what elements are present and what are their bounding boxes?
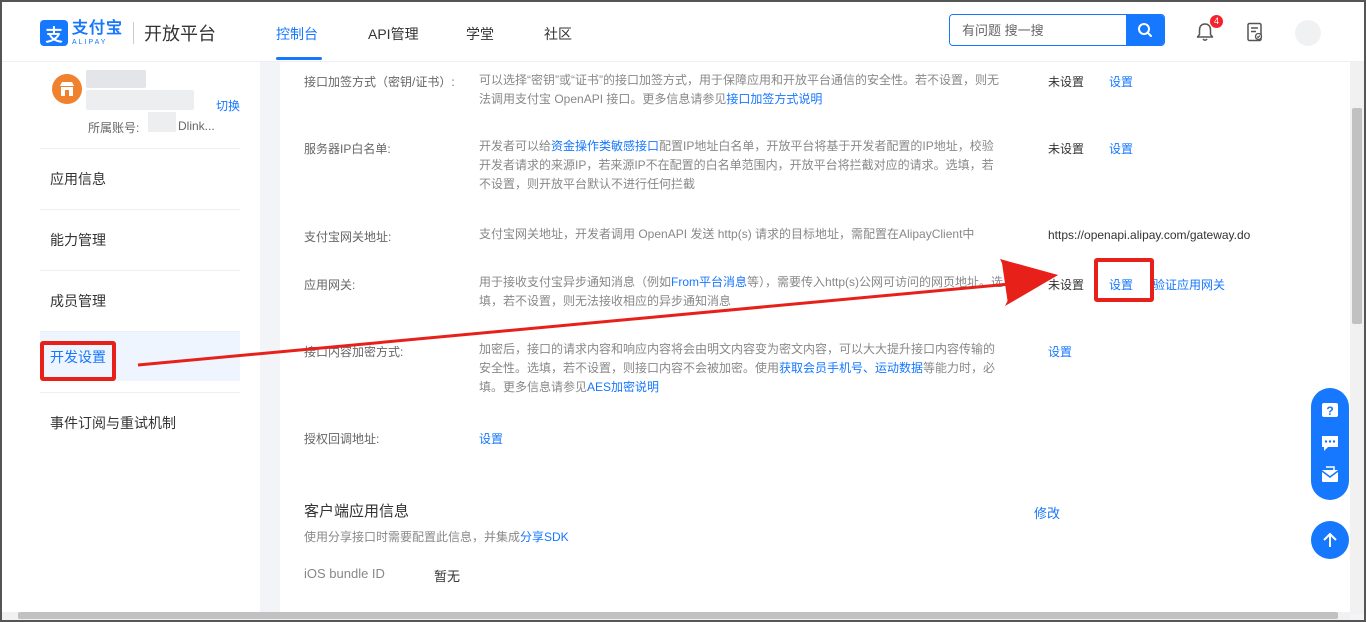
sign-method-set-button[interactable]: 设置 bbox=[1109, 73, 1133, 90]
feedback-mail-icon bbox=[1321, 465, 1339, 482]
ios-bundle-label: iOS bundle ID bbox=[304, 566, 385, 581]
question-icon: ? bbox=[1322, 402, 1338, 418]
sidebar-item-event-subscription[interactable]: 事件订阅与重试机制 bbox=[40, 392, 240, 453]
highlight-box-app-gateway-set bbox=[1094, 258, 1154, 302]
sign-method-status: 未设置 bbox=[1048, 75, 1085, 89]
auth-callback-set-button[interactable]: 设置 bbox=[479, 430, 503, 447]
aes-doc-link[interactable]: AES加密说明 bbox=[587, 380, 659, 394]
member-phone-sport-link[interactable]: 获取会员手机号、运动数据 bbox=[779, 361, 923, 375]
account-name-redacted bbox=[86, 70, 146, 88]
sidebar-item-app-info[interactable]: 应用信息 bbox=[40, 148, 240, 209]
task-doc-button[interactable] bbox=[1246, 22, 1264, 45]
row-label-gateway-url: 支付宝网关地址: bbox=[304, 230, 392, 244]
chat-icon bbox=[1322, 435, 1338, 451]
search-input[interactable] bbox=[950, 15, 1126, 45]
client-app-info-title: 客户端应用信息 bbox=[304, 503, 410, 520]
svg-text:?: ? bbox=[1326, 404, 1333, 418]
account-id-redacted bbox=[86, 90, 194, 110]
account-avatar bbox=[52, 74, 82, 104]
nav-active-indicator bbox=[276, 57, 322, 60]
user-avatar[interactable] bbox=[1295, 20, 1321, 46]
row-desc-ip-whitelist: 开发者可以给资金操作类敏感接口配置IP地址白名单，开放平台将基于开发者配置的IP… bbox=[479, 139, 994, 191]
row-label-sign-method: 接口加签方式（密钥/证书）: bbox=[304, 75, 455, 89]
row-desc-gateway-url: 支付宝网关地址，开发者调用 OpenAPI 发送 http(s) 请求的目标地址… bbox=[479, 227, 975, 241]
store-icon bbox=[60, 82, 74, 96]
document-check-icon bbox=[1247, 22, 1263, 42]
notification-badge: 4 bbox=[1210, 15, 1223, 28]
logo-divider bbox=[133, 22, 135, 44]
content-encryption-set-button[interactable]: 设置 bbox=[1048, 343, 1072, 360]
logo-cn-text: 支付宝 bbox=[72, 19, 124, 37]
share-sdk-link[interactable]: 分享SDK bbox=[520, 530, 569, 544]
horizontal-scroll-thumb[interactable] bbox=[18, 612, 1338, 619]
ios-bundle-value: 暂无 bbox=[434, 569, 461, 584]
alipay-logo-icon: 支 bbox=[40, 20, 68, 46]
alipay-logo[interactable]: 支 支付宝 ALIPAY 开放平台 bbox=[40, 20, 216, 46]
sidebar-item-members[interactable]: 成员管理 bbox=[40, 270, 240, 331]
sign-method-doc-link[interactable]: 接口加签方式说明 bbox=[726, 92, 822, 106]
row-desc-app-gateway: 用于接收支付宝异步通知消息（例如From平台消息等），需要传入http(s)公网… bbox=[479, 275, 1004, 308]
chat-button[interactable] bbox=[1320, 433, 1340, 456]
help-button[interactable]: ? bbox=[1320, 401, 1340, 424]
search-icon bbox=[1138, 23, 1152, 37]
floating-help-panel: ? bbox=[1311, 388, 1349, 500]
search-button[interactable] bbox=[1126, 15, 1164, 45]
row-desc-sign-method: 可以选择“密钥”或“证书”的接口加签方式，用于保障应用和开放平台通信的安全性。若… bbox=[479, 73, 999, 106]
client-edit-button[interactable]: 修改 bbox=[1034, 503, 1060, 522]
row-label-app-gateway: 应用网关: bbox=[304, 278, 356, 292]
row-label-ip-whitelist: 服务器IP白名单: bbox=[304, 142, 391, 156]
app-gateway-status: 未设置 bbox=[1048, 278, 1085, 292]
from-platform-message-link[interactable]: From平台消息 bbox=[671, 275, 747, 289]
arrow-up-icon bbox=[1323, 532, 1337, 547]
nav-console[interactable]: 控制台 bbox=[276, 24, 318, 44]
highlight-box-dev-settings bbox=[40, 341, 116, 381]
row-desc-content-encryption: 加密后，接口的请求内容和响应内容将会由明文内容变为密文内容，可以大大提升接口内容… bbox=[479, 342, 996, 394]
feedback-button[interactable] bbox=[1320, 465, 1340, 488]
ip-whitelist-status: 未设置 bbox=[1048, 142, 1085, 156]
row-label-auth-callback: 授权回调地址: bbox=[304, 432, 380, 446]
client-app-info-subtitle: 使用分享接口时需要配置此信息，并集成分享SDK bbox=[304, 530, 569, 544]
sidebar-item-capability[interactable]: 能力管理 bbox=[40, 209, 240, 270]
vertical-scroll-thumb[interactable] bbox=[1352, 108, 1362, 324]
platform-title: 开放平台 bbox=[144, 24, 217, 44]
top-header: 支 支付宝 ALIPAY 开放平台 控制台 API管理 学堂 社区 4 bbox=[2, 2, 1364, 62]
logo-en-text: ALIPAY bbox=[72, 38, 108, 46]
nav-community[interactable]: 社区 bbox=[544, 24, 572, 44]
switch-account-link[interactable]: 切换 bbox=[216, 97, 240, 114]
main-content: 接口加签方式（密钥/证书）: 可以选择“密钥”或“证书”的接口加签方式，用于保障… bbox=[280, 62, 1350, 612]
back-to-top-button[interactable] bbox=[1311, 521, 1349, 559]
sensitive-api-link[interactable]: 资金操作类敏感接口 bbox=[551, 139, 659, 153]
account-value: Dlink... bbox=[178, 119, 215, 133]
nav-academy[interactable]: 学堂 bbox=[466, 24, 494, 44]
account-label-redacted bbox=[148, 112, 176, 132]
row-label-content-encryption: 接口内容加密方式: bbox=[304, 345, 404, 359]
gateway-url-value: https://openapi.alipay.com/gateway.do bbox=[1048, 228, 1251, 242]
sidebar: 切换 所属账号: Dlink... 应用信息 能力管理 成员管理 开发设置 事件… bbox=[2, 62, 260, 612]
verify-app-gateway-link[interactable]: 验证应用网关 bbox=[1153, 276, 1225, 293]
ip-whitelist-set-button[interactable]: 设置 bbox=[1109, 140, 1133, 157]
nav-api-management[interactable]: API管理 bbox=[368, 24, 419, 44]
search-box bbox=[949, 14, 1165, 46]
account-label: 所属账号: bbox=[88, 121, 140, 135]
